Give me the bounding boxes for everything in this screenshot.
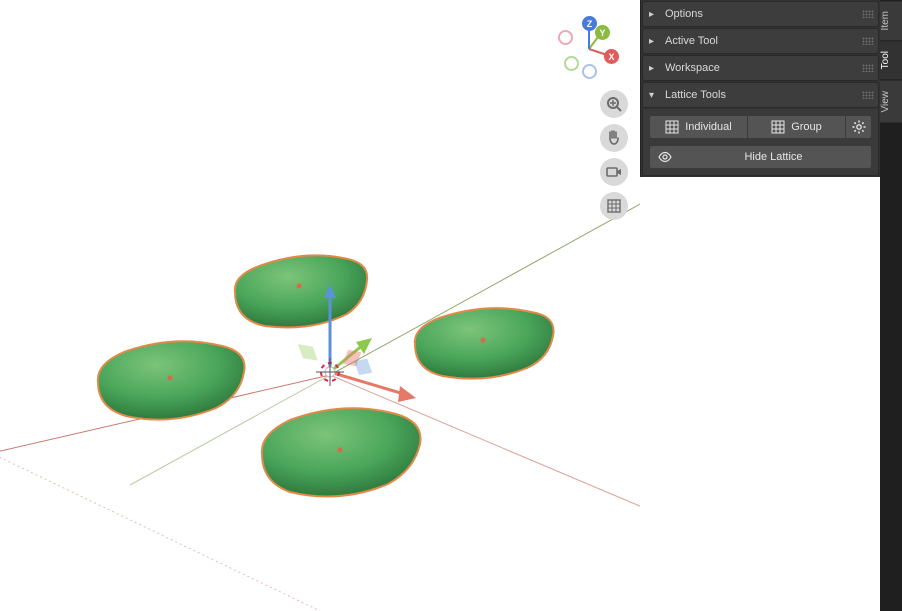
button-label: Individual bbox=[685, 121, 731, 133]
camera-button[interactable] bbox=[600, 158, 628, 186]
panel-active-tool[interactable]: ▸ Active Tool bbox=[642, 28, 879, 54]
side-panel: ▸ Options ▸ Active Tool ▸ Workspace ▾ La… bbox=[640, 0, 880, 177]
ortho-icon bbox=[606, 198, 622, 214]
button-label: Group bbox=[791, 121, 822, 133]
grid-line bbox=[0, 455, 320, 611]
transform-gizmo[interactable] bbox=[298, 284, 416, 402]
tab-item[interactable]: Item bbox=[880, 0, 902, 40]
axis-label: Z bbox=[587, 19, 593, 29]
group-button[interactable]: Group bbox=[748, 115, 846, 139]
zoom-icon bbox=[606, 96, 622, 112]
pillow-object bbox=[98, 341, 245, 419]
tab-label: View bbox=[880, 91, 891, 113]
axis-label: X bbox=[608, 52, 614, 62]
lattice-settings-button[interactable] bbox=[846, 115, 872, 139]
individual-button[interactable]: Individual bbox=[649, 115, 748, 139]
panel-title: Options bbox=[665, 8, 703, 20]
hide-lattice-button[interactable]: Hide Lattice bbox=[649, 145, 872, 169]
tab-view[interactable]: View bbox=[880, 80, 902, 123]
drag-handle-icon[interactable] bbox=[862, 37, 874, 45]
zoom-button[interactable] bbox=[600, 90, 628, 118]
panel-title: Active Tool bbox=[665, 35, 718, 47]
ortho-button[interactable] bbox=[600, 192, 628, 220]
drag-handle-icon[interactable] bbox=[862, 64, 874, 72]
axis-x-line bbox=[330, 375, 640, 540]
chevron-down-icon: ▾ bbox=[649, 90, 657, 101]
panel-tabs: Item Tool View bbox=[880, 0, 902, 611]
panel-title: Workspace bbox=[665, 62, 720, 74]
lattice-icon bbox=[665, 120, 679, 134]
button-label: Hide Lattice bbox=[684, 151, 863, 163]
pan-button[interactable] bbox=[600, 124, 628, 152]
viewport-nav-buttons bbox=[600, 90, 628, 220]
nav-axis-x[interactable]: X bbox=[604, 49, 619, 64]
pillow-object bbox=[235, 255, 367, 327]
panel-workspace[interactable]: ▸ Workspace bbox=[642, 55, 879, 81]
chevron-right-icon: ▸ bbox=[649, 36, 657, 47]
tab-label: Tool bbox=[880, 51, 891, 69]
scene-objects bbox=[0, 0, 640, 611]
nav-axis-neg-y[interactable] bbox=[564, 56, 579, 71]
panel-lattice-tools[interactable]: ▾ Lattice Tools bbox=[642, 82, 879, 108]
nav-axis-y[interactable]: Y bbox=[595, 25, 610, 40]
panel-title: Lattice Tools bbox=[665, 89, 726, 101]
camera-icon bbox=[606, 164, 622, 180]
axis-x-line-neg bbox=[0, 375, 330, 465]
tab-tool[interactable]: Tool bbox=[880, 40, 902, 79]
pan-icon bbox=[606, 130, 622, 146]
gear-icon bbox=[852, 120, 866, 134]
chevron-right-icon: ▸ bbox=[649, 9, 657, 20]
3d-cursor bbox=[316, 358, 344, 386]
chevron-right-icon: ▸ bbox=[649, 63, 657, 74]
nav-axis-neg-z[interactable] bbox=[582, 64, 597, 79]
pillow-object bbox=[262, 408, 421, 496]
tab-label: Item bbox=[880, 11, 891, 30]
axis-y-line bbox=[330, 160, 640, 375]
nav-gizmo[interactable]: Z Y X bbox=[556, 16, 622, 82]
drag-handle-icon[interactable] bbox=[862, 10, 874, 18]
eye-icon bbox=[658, 150, 672, 164]
lattice-tools-body: Individual Group Hide Lattice bbox=[642, 109, 879, 176]
lattice-button-row: Individual Group bbox=[649, 115, 872, 139]
lattice-icon bbox=[771, 120, 785, 134]
pillow-object bbox=[415, 308, 554, 379]
axis-label: Y bbox=[599, 28, 605, 38]
drag-handle-icon[interactable] bbox=[862, 91, 874, 99]
panel-options[interactable]: ▸ Options bbox=[642, 1, 879, 27]
nav-axis-neg-x[interactable] bbox=[558, 30, 573, 45]
axis-y-line-neg bbox=[130, 375, 330, 485]
